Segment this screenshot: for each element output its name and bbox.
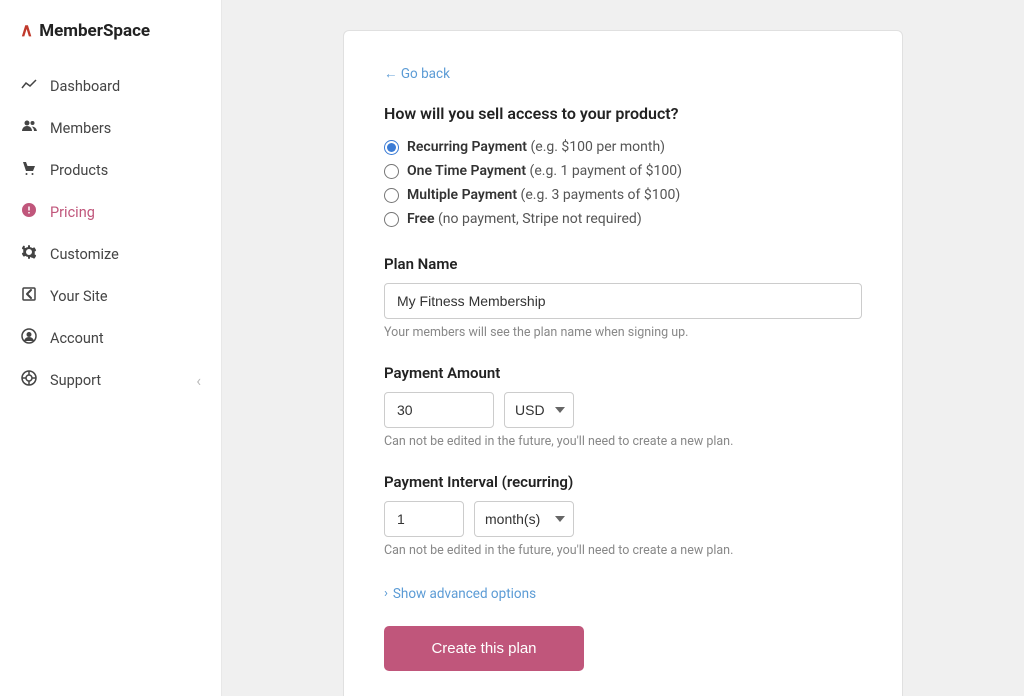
- main-content: ← Go back How will you sell access to yo…: [222, 0, 1024, 696]
- advanced-options-label: Show advanced options: [393, 586, 536, 602]
- app-logo: ∧ MemberSpace: [0, 0, 221, 65]
- radio-one-time-input[interactable]: [384, 164, 399, 179]
- plan-name-label: Plan Name: [384, 255, 862, 273]
- sidebar-item-dashboard-label: Dashboard: [50, 78, 120, 95]
- sidebar-item-account[interactable]: Account: [0, 317, 221, 359]
- radio-recurring-input[interactable]: [384, 140, 399, 155]
- plan-name-hint: Your members will see the plan name when…: [384, 325, 862, 340]
- sidebar-item-pricing[interactable]: Pricing: [0, 191, 221, 233]
- sidebar-item-account-label: Account: [50, 330, 104, 347]
- payment-amount-input[interactable]: [384, 392, 494, 428]
- app-name: MemberSpace: [39, 21, 150, 41]
- payment-amount-block: Payment Amount USD EUR GBP CAD AUD Can n…: [384, 364, 862, 449]
- free-desc: (no payment, Stripe not required): [438, 211, 642, 227]
- one-time-desc: (e.g. 1 payment of $100): [530, 163, 682, 179]
- go-back-link[interactable]: ← Go back: [384, 66, 450, 82]
- sidebar-collapse-icon[interactable]: ‹: [196, 371, 201, 390]
- interval-input[interactable]: [384, 501, 464, 537]
- sell-question: How will you sell access to your product…: [384, 104, 862, 123]
- sidebar-nav: Dashboard Members Products: [0, 65, 221, 696]
- radio-one-time[interactable]: One Time Payment (e.g. 1 payment of $100…: [384, 163, 862, 179]
- chart-icon: [20, 76, 38, 96]
- payment-interval-label: Payment Interval (recurring): [384, 473, 862, 491]
- radio-recurring[interactable]: Recurring Payment (e.g. $100 per month): [384, 139, 862, 155]
- radio-free[interactable]: Free (no payment, Stripe not required): [384, 211, 862, 227]
- sidebar-item-support[interactable]: Support ‹: [0, 359, 221, 401]
- interval-row: day(s) week(s) month(s) year(s): [384, 501, 862, 537]
- sidebar-item-customize[interactable]: Customize: [0, 233, 221, 275]
- sidebar: ∧ MemberSpace Dashboard Members: [0, 0, 222, 696]
- chevron-right-icon: ›: [384, 586, 388, 601]
- recurring-label: Recurring Payment: [407, 139, 527, 155]
- radio-multiple[interactable]: Multiple Payment (e.g. 3 payments of $10…: [384, 187, 862, 203]
- interval-unit-select[interactable]: day(s) week(s) month(s) year(s): [474, 501, 574, 537]
- multiple-label: Multiple Payment: [407, 187, 517, 203]
- products-icon: [20, 160, 38, 180]
- amount-row: USD EUR GBP CAD AUD: [384, 392, 862, 428]
- sidebar-item-your-site[interactable]: Your Site: [0, 275, 221, 317]
- free-label: Free: [407, 211, 435, 227]
- plan-name-input[interactable]: [384, 283, 862, 319]
- payment-interval-hint: Can not be edited in the future, you'll …: [384, 543, 862, 558]
- members-icon: [20, 118, 38, 138]
- radio-multiple-input[interactable]: [384, 188, 399, 203]
- customize-icon: [20, 244, 38, 264]
- create-plan-card: ← Go back How will you sell access to yo…: [343, 30, 903, 696]
- payment-amount-hint: Can not be edited in the future, you'll …: [384, 434, 862, 449]
- create-plan-button[interactable]: Create this plan: [384, 626, 584, 671]
- logo-icon: ∧: [20, 20, 33, 41]
- pricing-icon: [20, 202, 38, 222]
- sidebar-item-dashboard[interactable]: Dashboard: [0, 65, 221, 107]
- advanced-options-link[interactable]: › Show advanced options: [384, 586, 536, 602]
- currency-select[interactable]: USD EUR GBP CAD AUD: [504, 392, 574, 428]
- sidebar-item-products-label: Products: [50, 162, 108, 179]
- multiple-desc: (e.g. 3 payments of $100): [521, 187, 681, 203]
- sidebar-item-your-site-label: Your Site: [50, 288, 108, 305]
- payment-type-group: Recurring Payment (e.g. $100 per month) …: [384, 139, 862, 227]
- one-time-label: One Time Payment: [407, 163, 526, 179]
- sidebar-item-members[interactable]: Members: [0, 107, 221, 149]
- sidebar-item-members-label: Members: [50, 120, 111, 137]
- site-icon: [20, 286, 38, 306]
- support-icon: [20, 370, 38, 390]
- payment-amount-label: Payment Amount: [384, 364, 862, 382]
- payment-interval-block: Payment Interval (recurring) day(s) week…: [384, 473, 862, 558]
- sidebar-item-products[interactable]: Products: [0, 149, 221, 191]
- recurring-desc: (e.g. $100 per month): [531, 139, 666, 155]
- plan-name-block: Plan Name Your members will see the plan…: [384, 255, 862, 340]
- account-icon: [20, 328, 38, 348]
- sidebar-item-customize-label: Customize: [50, 246, 119, 263]
- sidebar-item-support-label: Support: [50, 372, 101, 389]
- sidebar-item-pricing-label: Pricing: [50, 204, 95, 221]
- radio-free-input[interactable]: [384, 212, 399, 227]
